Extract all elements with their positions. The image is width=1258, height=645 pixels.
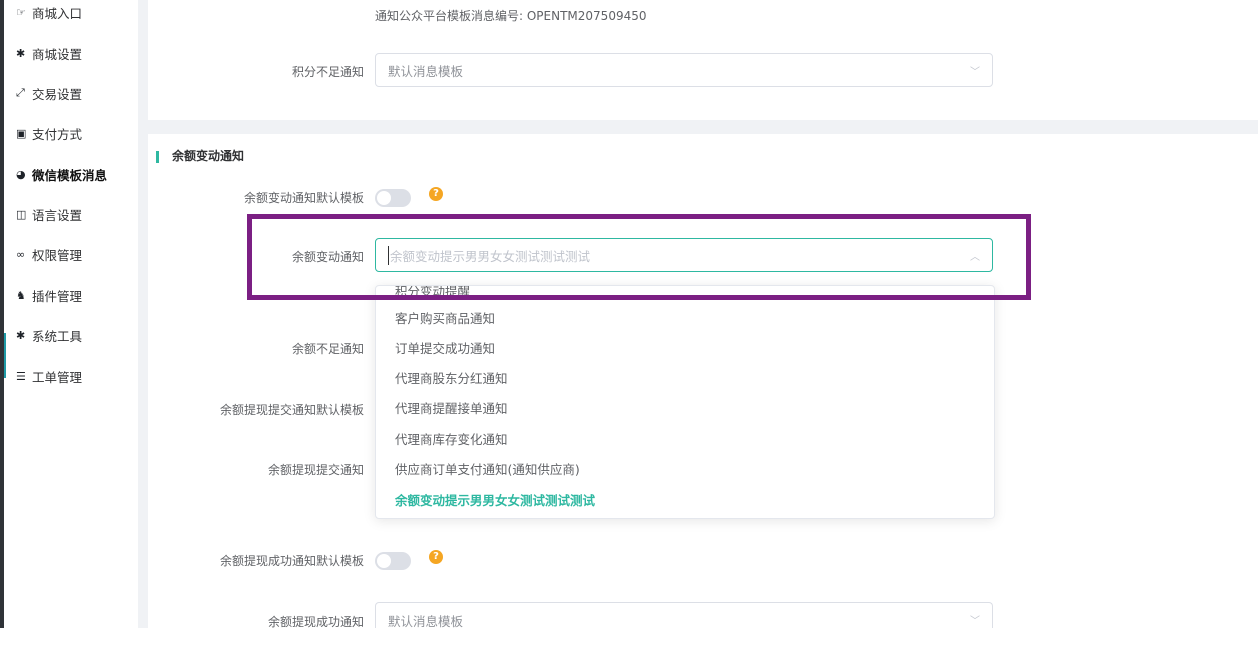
section-title: 余额变动通知	[172, 149, 245, 163]
help-icon[interactable]: ?	[429, 550, 443, 564]
list-icon: ☰	[16, 369, 26, 383]
sidebar-item-payment[interactable]: ▣ 支付方式	[16, 123, 82, 143]
sidebar-item-label: 商城设置	[32, 46, 83, 62]
sidebar-item-plugins[interactable]: ♞ 插件管理	[16, 285, 82, 305]
balance-change-dropdown: 积分变动提醒 客户购买商品通知 订单提交成功通知 代理商股东分红通知 代理商提醒…	[375, 285, 995, 519]
points-notice-label: 积分不足通知	[291, 65, 364, 79]
withdraw-success-label: 余额提现成功通知	[267, 615, 364, 629]
arrows-icon: ⤢	[16, 86, 25, 99]
key-icon: ∞	[16, 247, 26, 261]
balance-default-template-label: 余额变动通知默认模板	[243, 191, 364, 205]
select-value: 默认消息模板	[388, 63, 464, 79]
plugin-icon: ♞	[16, 288, 26, 302]
sidebar-item-label: 工单管理	[32, 369, 83, 385]
dropdown-option[interactable]: 代理商提醒接单通知	[376, 394, 994, 424]
dropdown-option[interactable]: 客户购买商品通知	[376, 304, 994, 334]
withdraw-success-select[interactable]: 默认消息模板 ﹀	[375, 602, 993, 629]
dropdown-option[interactable]: 供应商订单支付通知(通知供应商)	[376, 455, 994, 485]
sidebar-item-label: 商城入口	[32, 5, 83, 21]
annotation-highlight-box	[247, 214, 1031, 300]
gear-icon: ✱	[16, 328, 26, 342]
dropdown-option[interactable]: 订单提交成功通知	[376, 334, 994, 364]
gear-icon: ✱	[16, 46, 26, 60]
wechat-icon: ◕	[16, 167, 26, 181]
switch-knob	[377, 191, 391, 205]
withdraw-success-default-label: 余额提现成功通知默认模板	[219, 554, 364, 568]
sidebar-item-permissions[interactable]: ∞ 权限管理	[16, 244, 82, 264]
sidebar-item-label: 语言设置	[32, 207, 83, 223]
dropdown-option-selected[interactable]: 余额变动提示男男女女测试测试测试	[376, 486, 994, 516]
dropdown-option[interactable]: 代理商库存变化通知	[376, 425, 994, 455]
sidebar-item-wechat-template[interactable]: ◕ 微信模板消息	[16, 164, 107, 184]
sidebar-item-label: 插件管理	[32, 288, 83, 304]
sidebar-item-label: 系统工具	[32, 328, 83, 344]
dropdown-option[interactable]: 代理商股东分红通知	[376, 364, 994, 394]
section-accent-bar	[156, 151, 159, 163]
language-icon: ◫	[16, 207, 27, 221]
template-id-hint: 通知公众平台模板消息编号: OPENTM207509450	[375, 9, 647, 23]
withdraw-submit-label: 余额提现提交通知	[267, 463, 364, 477]
help-icon[interactable]: ?	[429, 187, 443, 201]
sidebar-item-system-tools[interactable]: ✱ 系统工具	[16, 325, 82, 345]
chevron-down-icon: ﹀	[970, 67, 980, 78]
switch-knob	[377, 554, 391, 568]
sidebar-item-label: 交易设置	[32, 86, 83, 102]
select-value: 默认消息模板	[388, 614, 464, 629]
sidebar-item-label: 权限管理	[32, 247, 83, 263]
sidebar-scroll-indicator	[4, 333, 6, 378]
sidebar-item-mall-entry[interactable]: ☞ 商城入口	[16, 2, 82, 22]
balance-default-template-switch[interactable]	[375, 189, 411, 207]
balance-insufficient-label: 余额不足通知	[291, 342, 364, 356]
hand-pointer-icon: ☞	[16, 5, 26, 19]
sidebar-item-tickets[interactable]: ☰ 工单管理	[16, 366, 82, 386]
sidebar-item-mall-settings[interactable]: ✱ 商城设置	[16, 43, 82, 63]
chevron-down-icon: ﹀	[970, 616, 980, 627]
sidebar-item-language[interactable]: ◫ 语言设置	[16, 204, 82, 224]
sidebar: ☞ 商城入口 ✱ 商城设置 ⤢ 交易设置 ▣ 支付方式 ◕ 微信模板消息 ◫ 语…	[4, 0, 138, 628]
withdraw-submit-default-label: 余额提现提交通知默认模板	[219, 403, 364, 417]
points-notice-select[interactable]: 默认消息模板 ﹀	[375, 53, 993, 87]
sidebar-item-trade-settings[interactable]: ⤢ 交易设置	[16, 83, 82, 103]
sidebar-item-label: 支付方式	[32, 126, 83, 142]
wallet-icon: ▣	[16, 126, 27, 140]
sidebar-item-label: 微信模板消息	[32, 167, 108, 183]
withdraw-success-default-switch[interactable]	[375, 552, 411, 570]
